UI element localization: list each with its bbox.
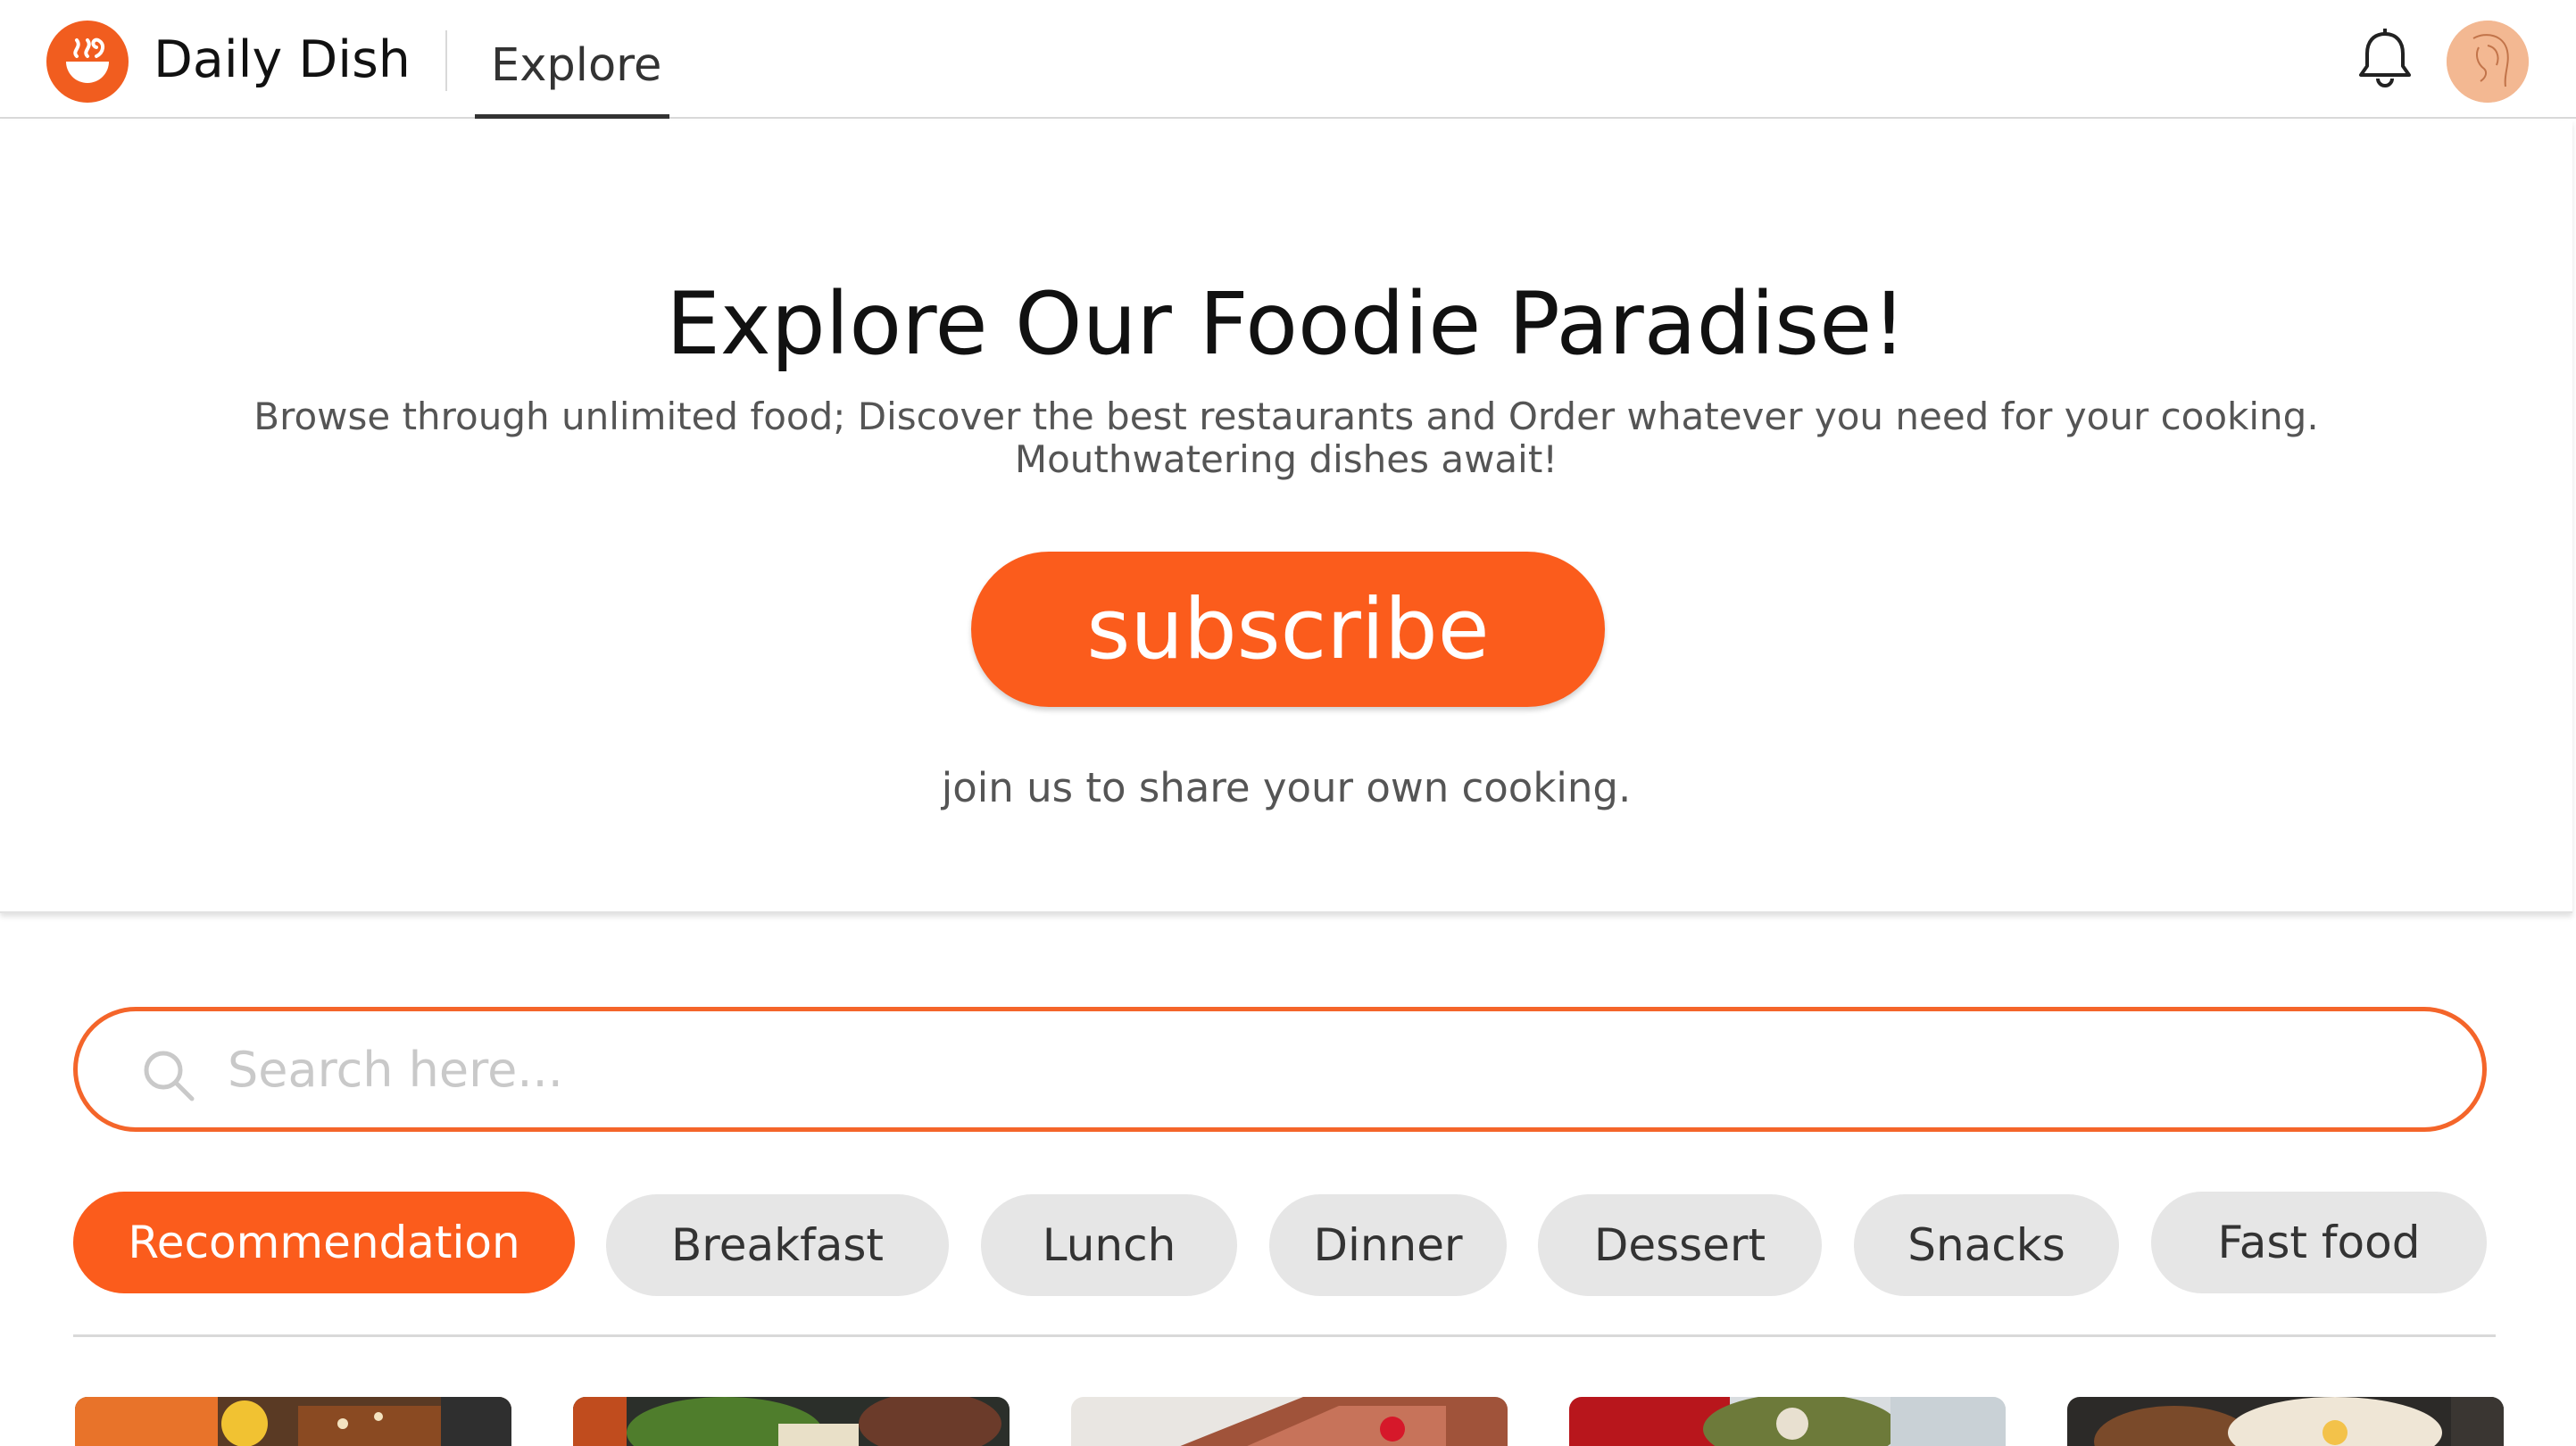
category-chip-fast-food[interactable]: Fast food bbox=[2151, 1192, 2487, 1293]
food-card-image bbox=[75, 1397, 511, 1446]
hero-subtitle-line-2: Mouthwatering dishes await! bbox=[1014, 437, 1558, 481]
category-divider bbox=[73, 1334, 2496, 1337]
food-card[interactable] bbox=[2067, 1397, 2504, 1446]
category-chip-dessert[interactable]: Dessert bbox=[1538, 1194, 1822, 1296]
food-card[interactable] bbox=[573, 1397, 1010, 1446]
food-card-image bbox=[573, 1397, 1010, 1446]
avatar[interactable] bbox=[2447, 21, 2529, 103]
food-card-image bbox=[1569, 1397, 2006, 1446]
search-icon bbox=[140, 1047, 197, 1104]
hero-title: Explore Our Foodie Paradise! bbox=[666, 274, 1907, 374]
food-card-image bbox=[1071, 1397, 1508, 1446]
subscribe-button[interactable]: subscribe bbox=[971, 552, 1605, 707]
bowl-with-steam-icon[interactable] bbox=[46, 21, 129, 103]
nav-divider bbox=[445, 30, 447, 91]
category-chip-recommendation[interactable]: Recommendation bbox=[73, 1192, 575, 1293]
bell-icon[interactable] bbox=[2356, 28, 2414, 89]
food-card[interactable] bbox=[75, 1397, 511, 1446]
hero-subtitle-line-1: Browse through unlimited food; Discover … bbox=[253, 395, 2319, 438]
category-chip-lunch[interactable]: Lunch bbox=[981, 1194, 1237, 1296]
brand-name[interactable]: Daily Dish bbox=[154, 29, 411, 91]
search-bar[interactable] bbox=[73, 1007, 2487, 1132]
hero-banner: Explore Our Foodie Paradise! Browse thro… bbox=[0, 120, 2572, 913]
food-card[interactable] bbox=[1569, 1397, 2006, 1446]
hero-note: join us to share your own cooking. bbox=[941, 764, 1632, 811]
active-tab-indicator bbox=[475, 114, 669, 119]
top-navbar: Daily Dish Explore bbox=[0, 0, 2576, 119]
food-card[interactable] bbox=[1071, 1397, 1508, 1446]
category-chip-breakfast[interactable]: Breakfast bbox=[606, 1194, 949, 1296]
hero-subtitle: Browse through unlimited food; Discover … bbox=[0, 395, 2572, 481]
food-card-image bbox=[2067, 1397, 2504, 1446]
category-chip-dinner[interactable]: Dinner bbox=[1269, 1194, 1507, 1296]
search-input[interactable] bbox=[228, 1029, 2414, 1109]
tab-explore-label: Explore bbox=[491, 39, 662, 92]
tab-explore[interactable]: Explore bbox=[475, 27, 669, 119]
category-chip-snacks[interactable]: Snacks bbox=[1854, 1194, 2119, 1296]
